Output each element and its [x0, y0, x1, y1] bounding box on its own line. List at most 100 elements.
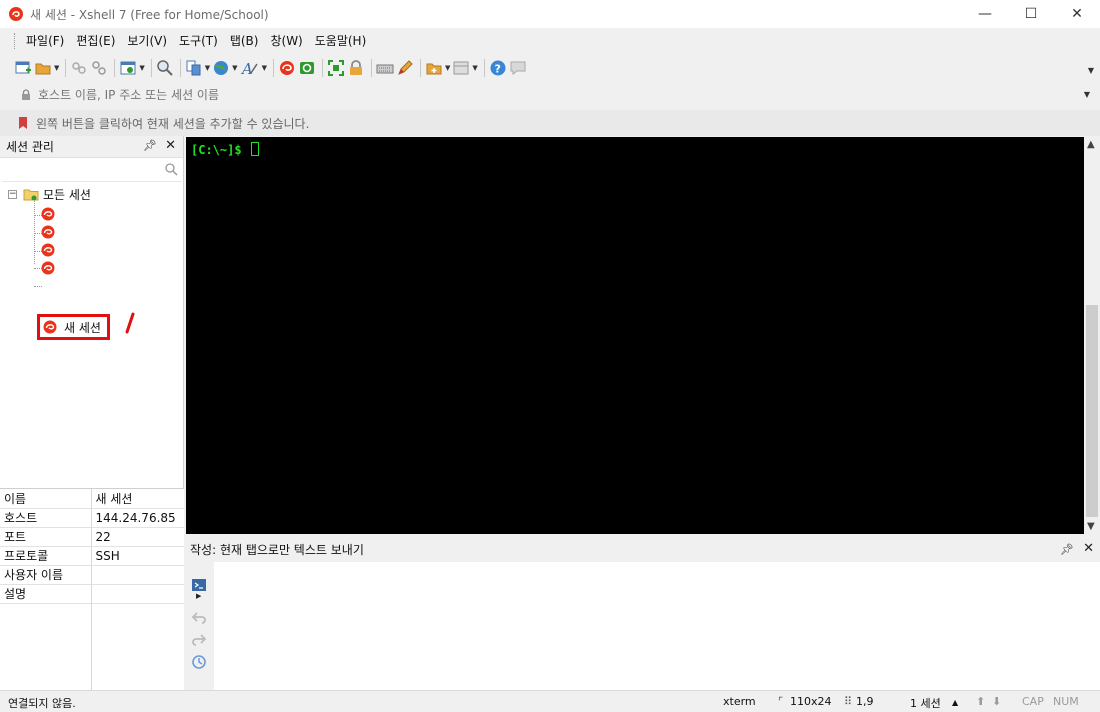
search-icon[interactable] — [165, 163, 178, 176]
toolbar-separator — [150, 59, 152, 77]
menu-help[interactable]: 도움말(H) — [309, 28, 373, 54]
undo-icon[interactable] — [191, 610, 207, 624]
maximize-button[interactable]: ☐ — [1008, 0, 1054, 28]
disconnect-button[interactable] — [90, 57, 108, 79]
num-lock-indicator: NUM — [1053, 695, 1079, 708]
connection-status: 연결되지 않음. — [8, 697, 76, 710]
toolbar-separator — [179, 59, 181, 77]
menu-tools[interactable]: 도구(T) — [173, 28, 224, 54]
close-window-button[interactable]: ✕ — [1054, 0, 1100, 28]
terminal-scrollbar[interactable]: ▲ ▼ — [1084, 137, 1100, 534]
property-key: 설명 — [0, 584, 92, 604]
cursor-pos-icon: ⠿ — [844, 695, 853, 708]
terminal-type: xterm — [723, 695, 756, 708]
property-key: 포트 — [0, 527, 92, 547]
window-title: 새 세션 - Xshell 7 (Free for Home/School) — [30, 7, 269, 22]
red-annotation-box — [37, 314, 110, 340]
session-count[interactable]: 1 세션 — [910, 695, 941, 711]
prompt-text: [C:\~]$ — [191, 143, 249, 157]
xshell-session-icon — [41, 225, 55, 239]
close-panel-icon[interactable]: ✕ — [165, 138, 176, 153]
layout-button[interactable]: ▼ — [452, 57, 478, 79]
tree-line — [34, 196, 35, 264]
highlight-button[interactable] — [396, 57, 414, 79]
status-bar: 연결되지 않음. xterm ⌜ 110x24 ⠿ 1,9 1 세션 ▲ ⬆ ⬇… — [0, 690, 1100, 712]
toolbar-separator — [321, 59, 323, 77]
pin-icon[interactable]: 📌︎ — [143, 139, 157, 152]
nav-down-icon[interactable]: ⬇ — [992, 695, 1001, 708]
compose-sidebar: ▶ — [186, 562, 214, 690]
properties-button[interactable]: ▼ — [119, 57, 145, 79]
globe-button[interactable]: ▼ — [212, 57, 238, 79]
minimize-button[interactable]: — — [962, 0, 1008, 28]
column-divider — [91, 603, 92, 691]
terminal-area[interactable]: [C:\~]$ — [186, 137, 1084, 534]
scrollbar-thumb[interactable] — [1086, 305, 1098, 517]
session-count-up-icon[interactable]: ▲ — [952, 698, 958, 707]
transfer-button[interactable]: ▼ — [185, 57, 210, 79]
collapse-expander-icon[interactable]: − — [8, 189, 17, 199]
connect-button[interactable] — [70, 57, 88, 79]
menu-file[interactable]: 파일(F) — [20, 28, 70, 54]
compose-title: 작성: 현재 탭으로만 텍스트 보내기 — [190, 542, 364, 557]
compose-pane: 작성: 현재 탭으로만 텍스트 보내기 📌︎ ✕ ▶ — [186, 536, 1100, 690]
address-dropdown-icon[interactable]: ▼ — [1084, 90, 1090, 99]
new-session-button[interactable] — [14, 57, 32, 79]
property-value: 144.24.76.85 — [91, 508, 184, 528]
host-address-input[interactable] — [38, 88, 938, 102]
keyboard-button[interactable] — [376, 57, 394, 79]
new-folder-button[interactable]: ▼ — [425, 57, 450, 79]
dropdown-arrow-icon[interactable]: ▼ — [472, 64, 477, 72]
property-key: 호스트 — [0, 508, 92, 528]
compose-input[interactable] — [216, 564, 1096, 686]
toolbar-separator — [419, 59, 421, 77]
redo-icon[interactable] — [191, 632, 207, 646]
open-session-button[interactable]: ▼ — [34, 57, 59, 79]
chat-button[interactable] — [509, 57, 527, 79]
window-controls: — ☐ ✕ — [962, 0, 1100, 28]
copy-icon — [186, 60, 201, 76]
font-button[interactable]: A ▼ — [240, 57, 267, 79]
dropdown-arrow-icon[interactable]: ▼ — [54, 64, 59, 72]
scroll-up-icon[interactable]: ▲ — [1087, 139, 1095, 150]
property-value: SSH — [91, 546, 184, 566]
menu-tab[interactable]: 탭(B) — [224, 28, 265, 54]
dropdown-arrow-icon[interactable]: ▼ — [139, 64, 144, 72]
dropdown-arrow-icon[interactable]: ▼ — [205, 64, 210, 72]
find-button[interactable] — [156, 57, 174, 79]
table-row: 이름 새 세션 — [0, 489, 184, 509]
tree-session-item[interactable] — [40, 259, 56, 277]
fullscreen-button[interactable] — [327, 57, 345, 79]
tree-session-item[interactable] — [40, 241, 56, 259]
toolbar-separator — [65, 59, 67, 77]
folder-icon — [23, 189, 39, 201]
close-compose-icon[interactable]: ✕ — [1083, 541, 1094, 556]
lock-button[interactable] — [347, 57, 365, 79]
tree-root-all-sessions[interactable]: − 모든 세션 — [8, 185, 91, 203]
table-row: 사용자 이름 — [0, 565, 184, 585]
terminal-send-icon[interactable] — [191, 578, 207, 592]
lock-icon — [349, 60, 362, 75]
help-button[interactable]: ? — [489, 57, 507, 79]
bookmark-icon[interactable] — [16, 116, 30, 130]
menu-edit[interactable]: 편집(E) — [70, 28, 121, 54]
menu-view[interactable]: 보기(V) — [121, 28, 173, 54]
scroll-down-icon[interactable]: ▼ — [1087, 521, 1095, 532]
history-icon[interactable] — [191, 654, 207, 670]
dropdown-arrow-icon[interactable]: ▼ — [262, 64, 267, 72]
xftp-button[interactable] — [298, 57, 316, 79]
tree-session-item[interactable] — [40, 223, 56, 241]
nav-up-icon[interactable]: ⬆ — [976, 695, 985, 708]
terminal-size: 110x24 — [790, 695, 832, 708]
lock-icon — [22, 89, 30, 100]
dropdown-arrow-icon[interactable]: ▼ — [445, 64, 450, 72]
tree-session-item[interactable] — [40, 205, 56, 223]
pin-icon[interactable]: 📌︎ — [1060, 543, 1074, 556]
dropdown-arrow-icon[interactable]: ▼ — [232, 64, 237, 72]
session-search-input[interactable] — [2, 160, 162, 178]
pen-icon — [398, 60, 413, 75]
dropdown-arrow-icon[interactable]: ▶ — [196, 592, 201, 600]
menu-window[interactable]: 창(W) — [264, 28, 308, 54]
toolbar-overflow-icon[interactable]: ▼ — [1088, 66, 1094, 75]
xshell-button[interactable] — [278, 57, 296, 79]
